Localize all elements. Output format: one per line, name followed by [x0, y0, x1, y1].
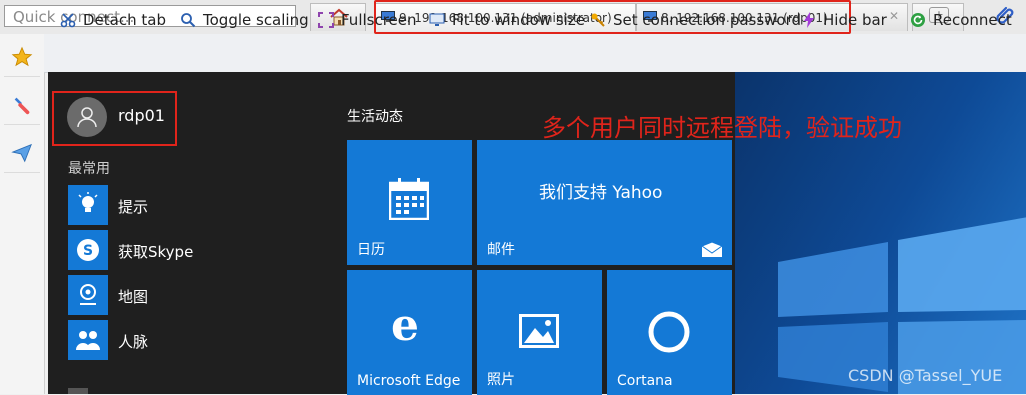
- tile-label: 照片: [487, 372, 515, 388]
- watermark: CSDN @Tassel_YUE: [848, 366, 1003, 385]
- toolbar-label: Detach tab: [83, 11, 166, 29]
- username: rdp01: [118, 106, 165, 125]
- svg-text:S: S: [83, 243, 93, 259]
- windows-logo-icon: [778, 217, 1026, 394]
- tile-label: 日历: [357, 242, 385, 258]
- tile-calendar[interactable]: 日历: [347, 140, 472, 265]
- toolbar-label: Fullscreen: [341, 11, 417, 29]
- skype-icon: S: [77, 239, 99, 261]
- annotation-text: 多个用户同时远程登陆，验证成功: [542, 114, 902, 142]
- app-label[interactable]: 获取Skype: [118, 241, 193, 262]
- monitor-icon: [429, 13, 445, 26]
- close-icon[interactable]: ✕: [889, 9, 899, 23]
- paper-plane-icon: [11, 143, 32, 163]
- tile-label: 邮件: [487, 242, 515, 258]
- lightning-icon: [804, 12, 814, 28]
- edge-icon: e: [391, 300, 419, 351]
- app-label[interactable]: 地图: [118, 286, 148, 307]
- avatar[interactable]: [67, 97, 107, 137]
- toolbar-label: Fit to window size: [452, 11, 585, 29]
- fit-window-button[interactable]: Fit to window size: [429, 10, 585, 30]
- magnifier-icon: [181, 13, 196, 28]
- user-icon: [77, 107, 97, 128]
- tile-photos[interactable]: 照片: [477, 270, 602, 395]
- hide-bar-button[interactable]: Hide bar: [802, 10, 887, 30]
- mail-tile-message: 我们支持 Yahoo: [539, 183, 663, 203]
- tile-label: Cortana: [617, 373, 673, 389]
- detach-tab-button[interactable]: Detach tab: [60, 10, 166, 30]
- tile-cortana[interactable]: Cortana: [607, 270, 732, 395]
- maps-icon: [80, 284, 96, 305]
- people-icon: [76, 331, 100, 350]
- app-maps[interactable]: [68, 275, 108, 315]
- cortana-icon: [648, 311, 690, 353]
- reconnect-button[interactable]: Reconnect: [910, 10, 1012, 30]
- toolbar-label: Set connection password: [613, 11, 802, 29]
- toolbar-label: Toggle scaling: [203, 11, 309, 29]
- tools-button[interactable]: [4, 86, 40, 125]
- favorites-button[interactable]: [4, 38, 40, 77]
- set-password-button[interactable]: Set connection password: [590, 10, 801, 30]
- tile-mail[interactable]: 我们支持 Yahoo 邮件: [477, 140, 732, 265]
- app-label[interactable]: 人脉: [118, 331, 148, 352]
- tile-label: Microsoft Edge: [357, 373, 461, 389]
- fullscreen-icon: [318, 12, 334, 28]
- toggle-scaling-button[interactable]: Toggle scaling: [180, 10, 309, 30]
- session-toolbar: [44, 34, 1026, 73]
- star-icon: [11, 46, 33, 67]
- most-used-header: 最常用: [68, 161, 110, 177]
- key-icon: [591, 13, 605, 27]
- folder-icon: [68, 388, 88, 394]
- scissors-icon: [60, 13, 76, 28]
- wrench-icon: [14, 97, 30, 115]
- fullscreen-button[interactable]: Fullscreen: [318, 10, 417, 30]
- app-skype[interactable]: S: [68, 230, 108, 270]
- app-label[interactable]: 提示: [118, 196, 148, 217]
- mail-icon: [702, 242, 722, 257]
- send-button[interactable]: [4, 134, 40, 173]
- photos-icon: [519, 314, 559, 348]
- toolbar-label: Reconnect: [933, 11, 1012, 29]
- lightbulb-icon: [78, 192, 98, 212]
- refresh-icon: [911, 13, 925, 27]
- live-tiles-header: 生活动态: [347, 109, 403, 125]
- app-tips[interactable]: [68, 185, 108, 225]
- calendar-icon: [389, 178, 429, 220]
- toolbar-label: Hide bar: [823, 11, 887, 29]
- tile-edge[interactable]: e Microsoft Edge: [347, 270, 472, 395]
- app-people[interactable]: [68, 320, 108, 360]
